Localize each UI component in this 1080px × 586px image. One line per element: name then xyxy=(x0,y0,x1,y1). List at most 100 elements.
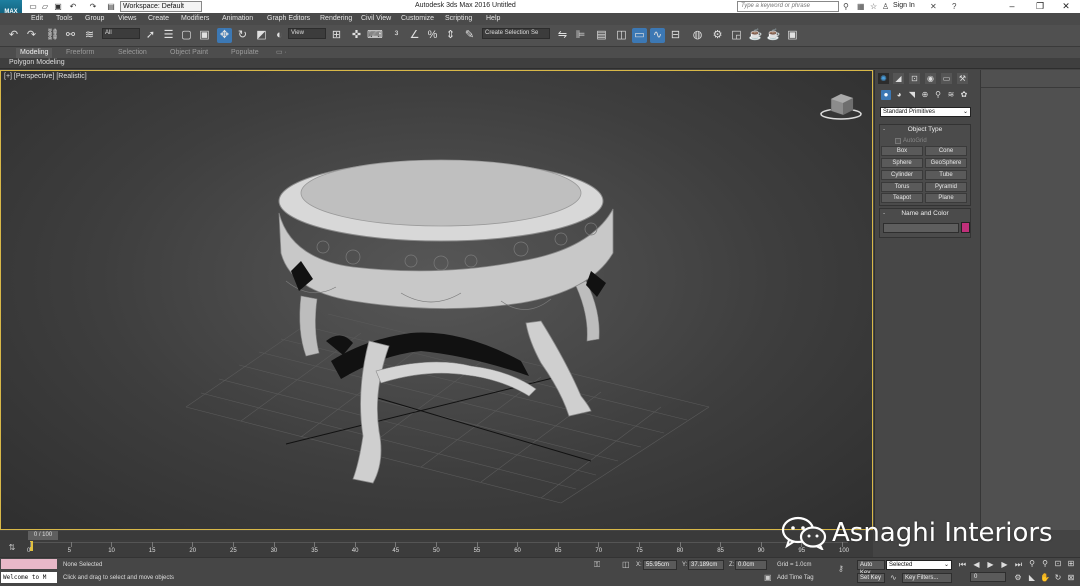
menu-views[interactable]: Views xyxy=(118,15,137,22)
zoom-icon[interactable]: ⚲ xyxy=(1027,559,1037,569)
modify-tab-icon[interactable]: ◢ xyxy=(893,73,904,84)
hierarchy-tab-icon[interactable]: ⊡ xyxy=(909,73,920,84)
menu-scripting[interactable]: Scripting xyxy=(445,15,472,22)
mirror-icon[interactable]: ⇋ xyxy=(555,28,570,43)
rectangular-selection-icon[interactable]: ▢ xyxy=(179,28,194,43)
perspective-viewport[interactable]: [+] [Perspective] [Realistic] xyxy=(0,70,873,530)
keyboard-shortcut-icon[interactable]: ⌨ xyxy=(367,28,383,43)
name-and-color-header[interactable]: - Name and Color xyxy=(880,209,970,219)
sphere-button[interactable]: Sphere xyxy=(881,158,923,168)
current-frame-field[interactable]: 0 xyxy=(970,572,1006,582)
move-icon[interactable]: ✥ xyxy=(217,28,232,43)
tab-populate[interactable]: Populate xyxy=(227,48,263,58)
render-production-icon[interactable]: ☕ xyxy=(748,28,763,43)
render-setup-icon[interactable]: ⚙ xyxy=(710,28,725,43)
menu-civil-view[interactable]: Civil View xyxy=(361,15,391,22)
menu-edit[interactable]: Edit xyxy=(31,15,43,22)
select-manipulate-icon[interactable]: ✜ xyxy=(349,28,364,43)
maximize-viewport-icon[interactable]: ⊠ xyxy=(1066,573,1076,583)
pyramid-button[interactable]: Pyramid xyxy=(925,182,967,192)
cone-button[interactable]: Cone xyxy=(925,146,967,156)
snaps-toggle-icon[interactable]: ³ xyxy=(389,28,404,43)
reference-coordinate-dropdown[interactable]: View xyxy=(288,28,326,39)
render-iterative-icon[interactable]: ☕ xyxy=(766,28,781,43)
time-slider[interactable]: 0 / 100 xyxy=(0,531,873,540)
save-file-icon[interactable]: ▣ xyxy=(53,2,63,11)
percent-snap-icon[interactable]: % xyxy=(425,28,440,43)
track-bar[interactable]: ⇅ 0 5 10 15 20 25 30 35 40 45 50 55 60 65 70 75 80 85 90 95… xyxy=(0,540,873,557)
rotate-icon[interactable]: ↻ xyxy=(235,28,250,43)
zoom-extents-icon[interactable]: ⊡ xyxy=(1053,559,1063,569)
open-file-icon[interactable]: ▱ xyxy=(40,2,50,11)
project-folder-icon[interactable]: ▤ xyxy=(106,2,116,11)
go-to-start-icon[interactable]: ⏮ xyxy=(957,559,968,570)
shapes-icon[interactable]: ◕ xyxy=(894,90,904,100)
object-color-swatch[interactable] xyxy=(961,222,970,233)
ribbon-toggle-icon[interactable]: ▭ xyxy=(632,28,647,43)
selection-filter-dropdown[interactable]: All xyxy=(102,28,140,39)
maximize-button[interactable]: ❐ xyxy=(1026,0,1054,13)
time-tag-icon[interactable]: ▣ xyxy=(764,573,772,583)
menu-help[interactable]: Help xyxy=(486,15,500,22)
menu-modifiers[interactable]: Modifiers xyxy=(181,15,209,22)
teapot-button[interactable]: Teapot xyxy=(881,193,923,203)
motion-tab-icon[interactable]: ◉ xyxy=(925,73,936,84)
toggle-scene-explorer-icon[interactable]: ▤ xyxy=(594,28,609,43)
tab-modeling[interactable]: Modeling xyxy=(16,48,53,58)
cylinder-button[interactable]: Cylinder xyxy=(881,170,923,180)
workspace-dropdown[interactable]: Workspace: Default xyxy=(120,1,202,12)
spinner-snap-icon[interactable]: ⇕ xyxy=(443,28,458,43)
zoom-all-icon[interactable]: ⚲ xyxy=(1040,559,1050,569)
user-icon[interactable]: ♙ xyxy=(882,2,889,11)
lock-selection-icon[interactable]: ⚿ xyxy=(594,560,600,570)
utilities-tab-icon[interactable]: ⚒ xyxy=(957,73,968,84)
menu-animation[interactable]: Animation xyxy=(222,15,253,22)
key-icon[interactable]: ⚷ xyxy=(838,564,844,574)
subscription-icon[interactable]: ▦ xyxy=(857,2,865,11)
sign-in-link[interactable]: Sign In xyxy=(893,2,915,9)
tab-selection[interactable]: Selection xyxy=(114,48,151,58)
binoculars-icon[interactable]: ⚲ xyxy=(843,2,849,11)
redo-icon[interactable]: ↷ xyxy=(24,28,39,43)
autogrid-checkbox[interactable] xyxy=(895,138,901,144)
angle-snap-icon[interactable]: ∠ xyxy=(407,28,422,43)
geosphere-button[interactable]: GeoSphere xyxy=(925,158,967,168)
render-cloud-icon[interactable]: ▣ xyxy=(785,28,800,43)
exchange-icon[interactable]: ✕ xyxy=(930,2,937,11)
polygon-modeling-label[interactable]: Polygon Modeling xyxy=(9,59,65,66)
box-button[interactable]: Box xyxy=(881,146,923,156)
key-curve-icon[interactable]: ∿ xyxy=(890,573,897,583)
time-config-icon[interactable]: ⚙ xyxy=(1013,573,1023,583)
close-button[interactable]: ✕ xyxy=(1052,0,1080,13)
absolute-mode-icon[interactable]: ◫ xyxy=(622,560,630,570)
star-icon[interactable]: ☆ xyxy=(870,2,877,11)
x-coordinate-field[interactable]: 55.95cm xyxy=(643,560,677,570)
create-tab-icon[interactable]: ✺ xyxy=(878,73,889,84)
next-frame-icon[interactable]: ▶ xyxy=(999,559,1010,570)
unlink-icon[interactable]: ⚯ xyxy=(63,28,78,43)
menu-rendering[interactable]: Rendering xyxy=(320,15,352,22)
new-file-icon[interactable]: ▭ xyxy=(28,2,38,11)
placement-icon[interactable]: ◐ xyxy=(272,28,287,43)
menu-tools[interactable]: Tools xyxy=(56,15,72,22)
z-coordinate-field[interactable]: 0.0cm xyxy=(735,560,767,570)
cameras-icon[interactable]: ⊕ xyxy=(920,90,930,100)
y-coordinate-field[interactable]: 37.189cm xyxy=(688,560,724,570)
plane-button[interactable]: Plane xyxy=(925,193,967,203)
menu-customize[interactable]: Customize xyxy=(401,15,434,22)
previous-frame-icon[interactable]: ◀ xyxy=(971,559,982,570)
time-slider-handle[interactable]: 0 / 100 xyxy=(28,531,58,540)
window-crossing-icon[interactable]: ▣ xyxy=(197,28,212,43)
tab-freeform[interactable]: Freeform xyxy=(62,48,98,58)
systems-icon[interactable]: ✿ xyxy=(959,90,969,100)
zoom-extents-all-icon[interactable]: ⊞ xyxy=(1066,559,1076,569)
pivot-center-icon[interactable]: ⊞ xyxy=(329,28,344,43)
helpers-icon[interactable]: ⚲ xyxy=(933,90,943,100)
auto-key-button[interactable]: Auto Key xyxy=(857,560,885,576)
tab-object-paint[interactable]: Object Paint xyxy=(166,48,212,58)
material-editor-icon[interactable]: ◍ xyxy=(690,28,705,43)
lights-icon[interactable]: ◥ xyxy=(907,90,917,100)
space-warps-icon[interactable]: ≋ xyxy=(946,90,956,100)
pan-icon[interactable]: ✋ xyxy=(1040,573,1050,583)
schematic-view-icon[interactable]: ⊟ xyxy=(668,28,683,43)
